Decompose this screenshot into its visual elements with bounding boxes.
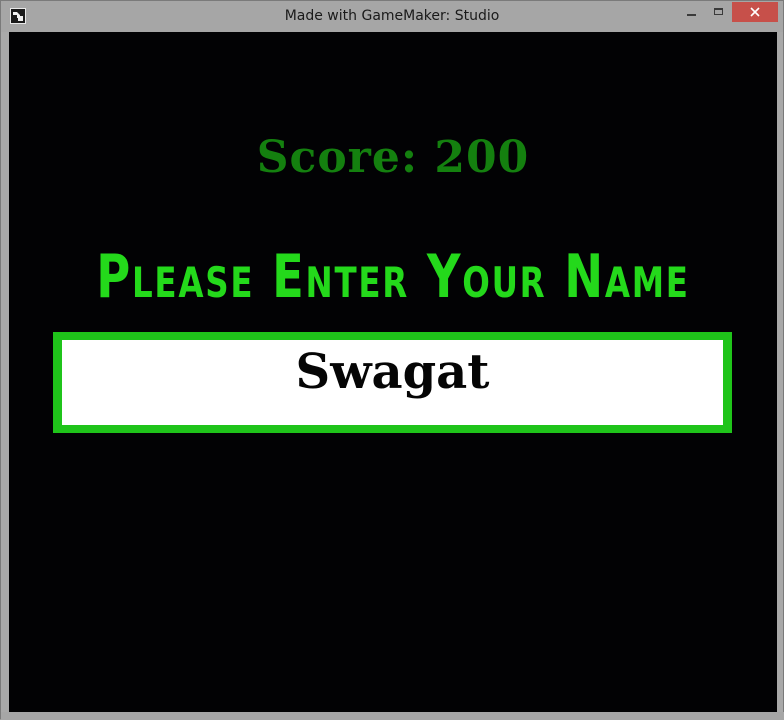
game-window: Made with GameMaker: Studio Score: 200 P… <box>0 0 784 720</box>
score-text: Score: 200 <box>256 132 530 183</box>
name-prompt: Please Enter Your Name <box>96 242 690 312</box>
close-button[interactable] <box>732 2 778 22</box>
close-icon <box>750 7 760 17</box>
name-input-border[interactable]: Swagat <box>53 332 732 433</box>
minimize-icon <box>687 14 696 16</box>
title-bar[interactable]: Made with GameMaker: Studio <box>1 1 783 32</box>
minimize-button[interactable] <box>678 2 705 22</box>
game-canvas[interactable]: Score: 200 Please Enter Your Name Swagat <box>9 32 777 712</box>
name-input[interactable]: Swagat <box>62 340 723 425</box>
maximize-icon <box>714 8 723 15</box>
maximize-button[interactable] <box>705 2 732 22</box>
window-title: Made with GameMaker: Studio <box>284 8 500 24</box>
